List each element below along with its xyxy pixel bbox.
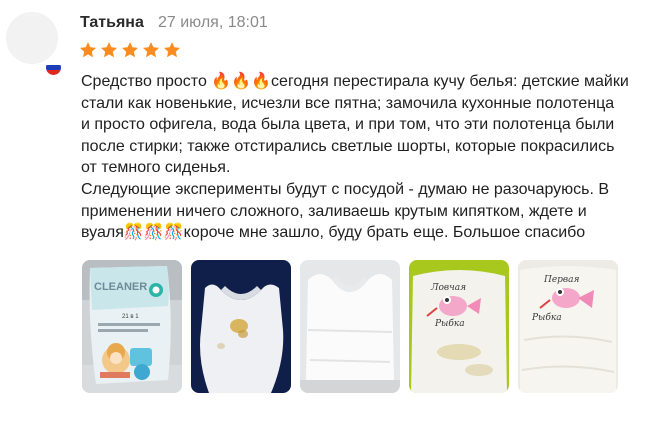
- star-icon: [163, 42, 181, 58]
- review-photos: CLEANER 21 в 1 Ловчая Рыбка Первая Рыбка: [82, 260, 618, 393]
- print-stained-image: Ловчая Рыбка: [409, 260, 509, 393]
- package-sub: 21 в 1: [122, 314, 139, 320]
- review-text-line: от темного сиденья.: [81, 159, 231, 177]
- review-text: Средство просто 🔥🔥🔥сегодня перестирала к…: [81, 71, 653, 244]
- avatar[interactable]: [6, 12, 62, 76]
- star-icon: [142, 42, 160, 58]
- review-author[interactable]: Татьяна: [80, 14, 144, 32]
- review-text-line: стали как новенькие, исчезли все пятна; …: [81, 94, 615, 112]
- stained-tank-top-image: [191, 260, 291, 393]
- review-text-line: после стирки; также отстирались светлые …: [81, 137, 615, 155]
- photo-print-stained[interactable]: Ловчая Рыбка: [409, 260, 509, 393]
- avatar-placeholder: [6, 12, 58, 64]
- photo-cleaner-package[interactable]: CLEANER 21 в 1: [82, 260, 182, 393]
- review-date: 27 июля, 18:01: [158, 14, 268, 31]
- russia-flag-icon: [45, 59, 62, 76]
- review-text-line: Средство просто 🔥🔥🔥сегодня перестирала к…: [81, 73, 629, 90]
- print-clean-image: Первая Рыбка: [518, 260, 618, 393]
- cleaner-package-image: CLEANER 21 в 1: [82, 260, 182, 393]
- print-text-2: Рыбка: [434, 318, 465, 329]
- photo-print-clean[interactable]: Первая Рыбка: [518, 260, 618, 393]
- package-label: CLEANER: [94, 281, 147, 293]
- review-text-line: вуаля🎊🎊🎊короче мне зашло, буду брать еще…: [81, 224, 586, 242]
- print-text-1: Ловчая: [430, 283, 466, 293]
- print-text-1: Первая: [543, 275, 580, 285]
- photo-clean-tank-top[interactable]: [300, 260, 400, 393]
- user-silhouette-icon: [6, 12, 58, 64]
- photo-stained-tank-top[interactable]: [191, 260, 291, 393]
- review-text-line: и просто офигела, вода была цвета, и при…: [81, 116, 615, 134]
- star-icon: [79, 42, 97, 58]
- clean-tank-top-image: [300, 260, 400, 393]
- star-icon: [100, 42, 118, 58]
- review-text-line: Следующие эксперименты будут с посудой -…: [81, 180, 610, 198]
- rating-stars: [79, 41, 181, 59]
- print-text-2: Рыбка: [531, 312, 562, 323]
- star-icon: [121, 42, 139, 58]
- review-text-line: применении ничего сложного, заливаешь кр…: [81, 202, 587, 220]
